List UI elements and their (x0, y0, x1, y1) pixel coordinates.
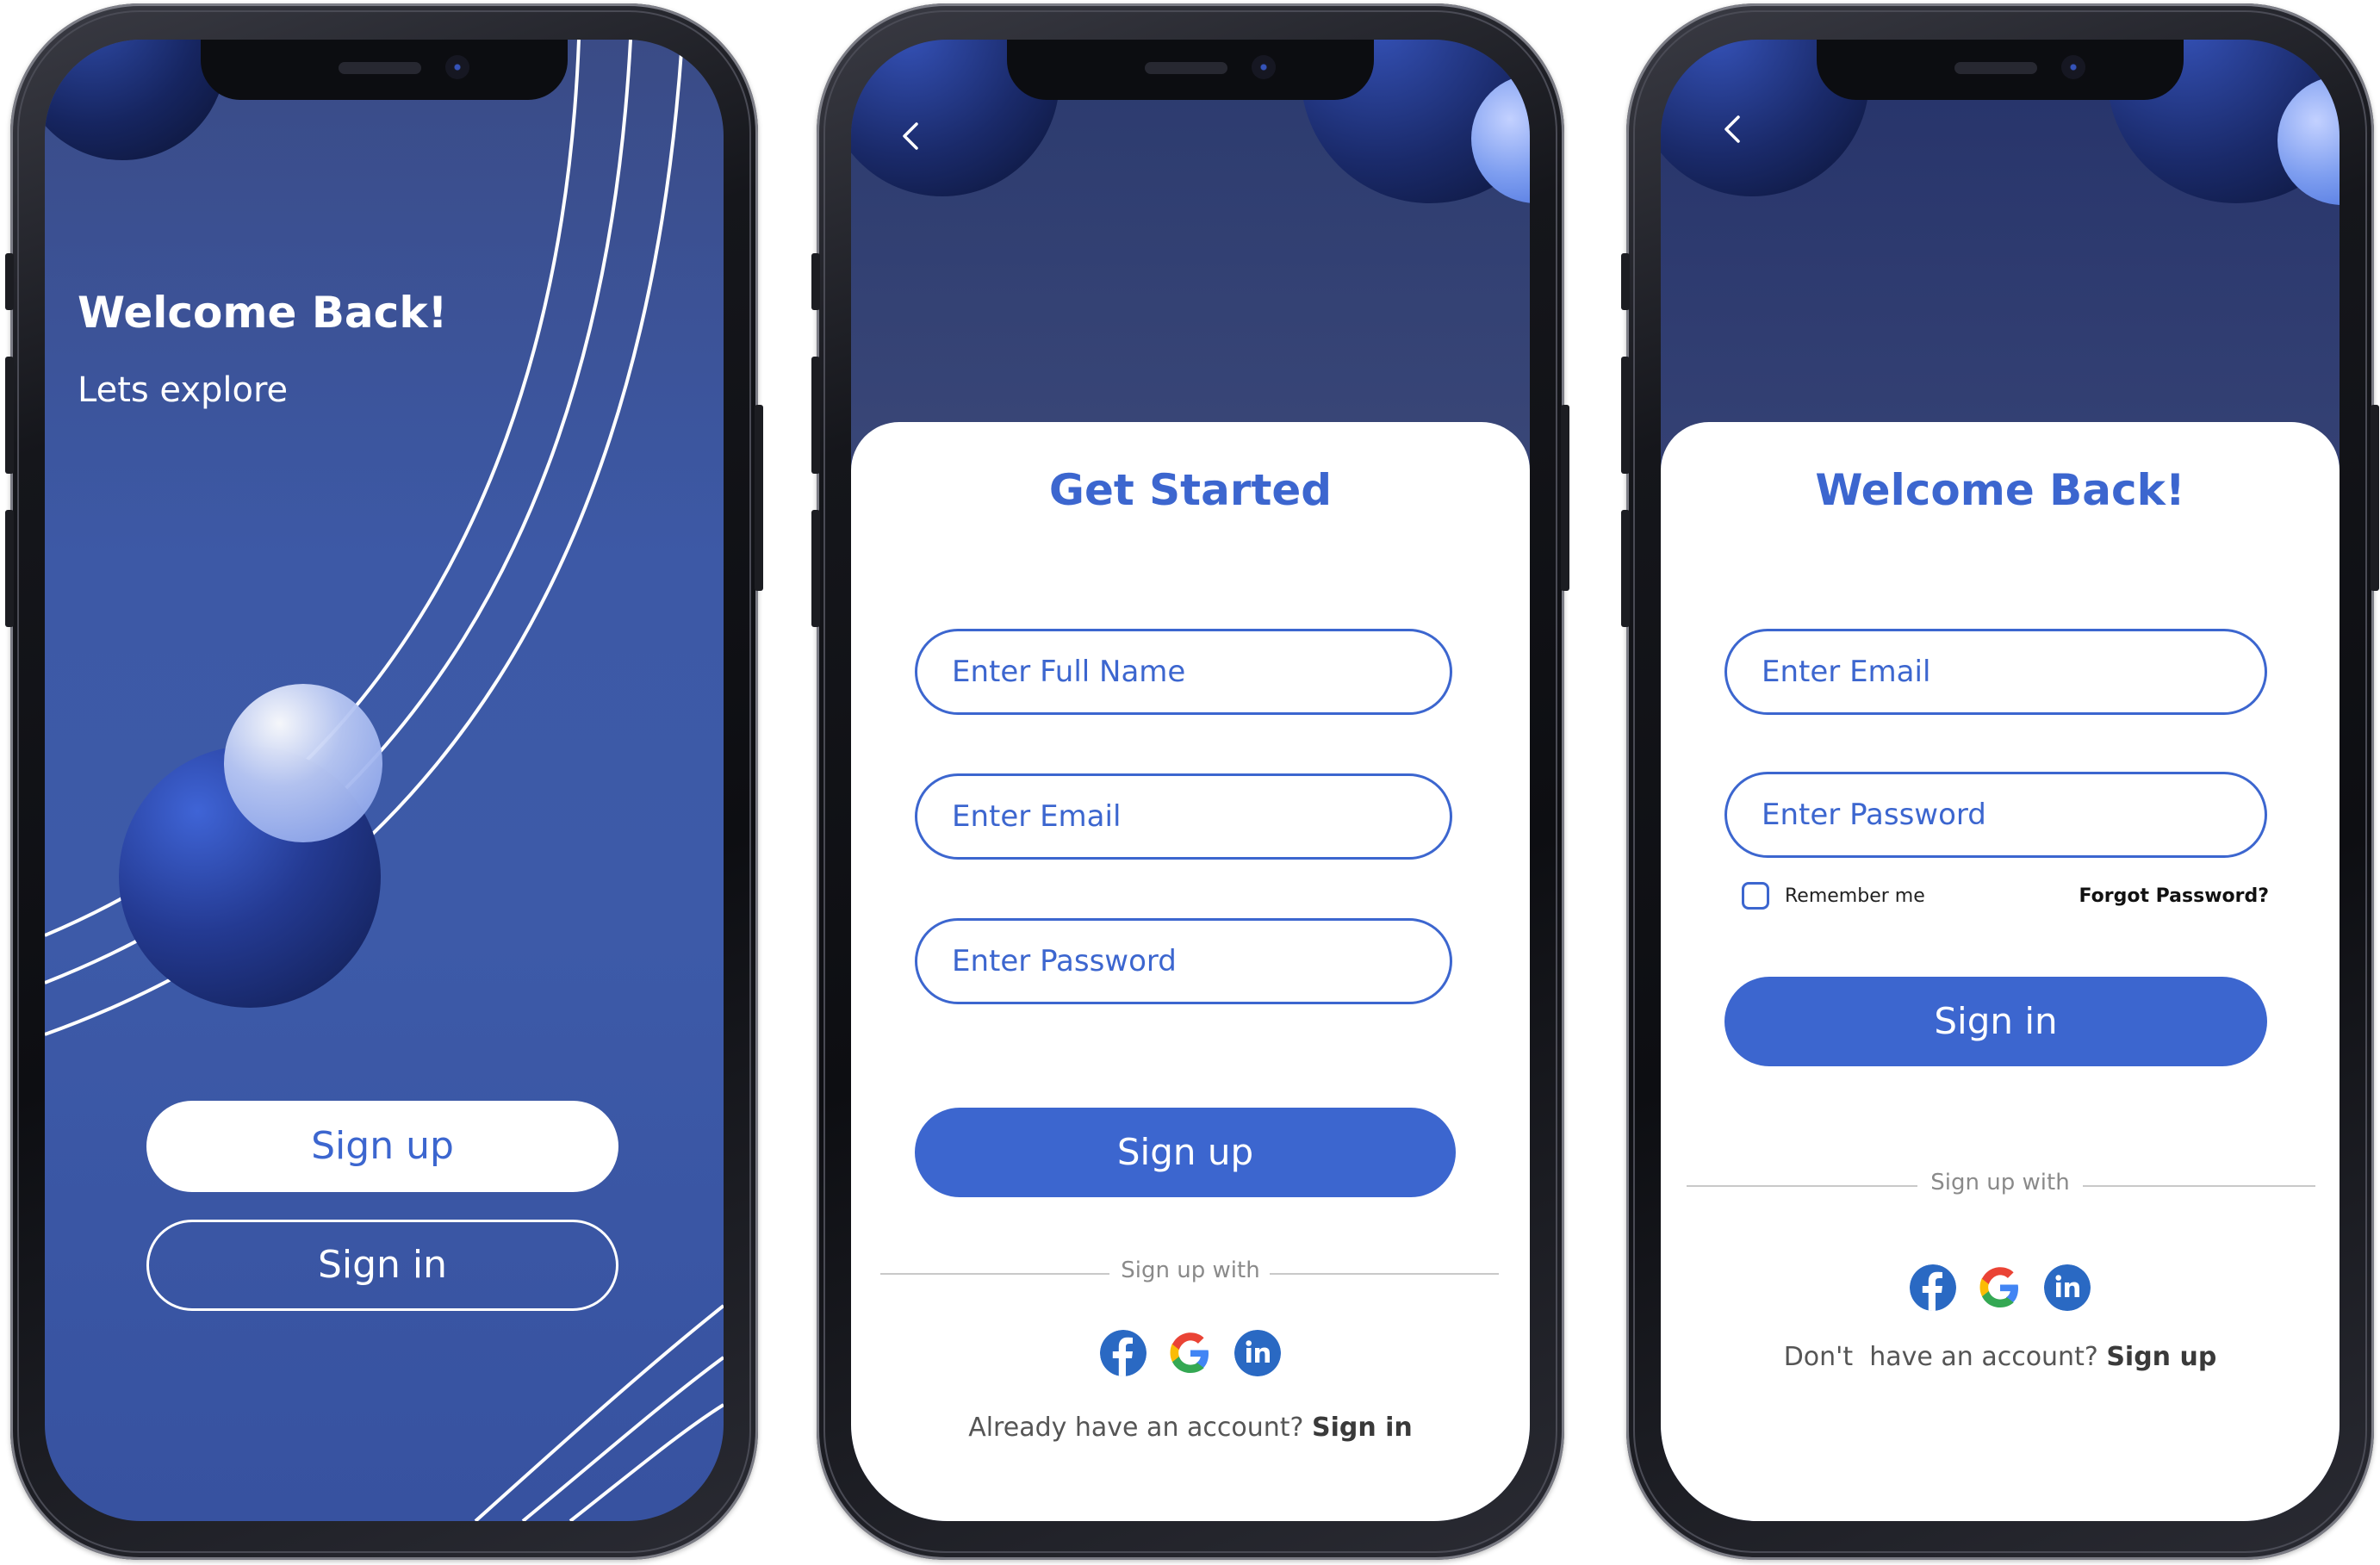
phone-side-button (811, 253, 820, 310)
welcome-screen: Welcome Back! Lets explore Sign up Sign … (45, 40, 724, 1521)
page-title: Get Started (1048, 465, 1333, 515)
phone-notch (201, 40, 568, 100)
phone-side-button (1621, 253, 1630, 310)
welcome-title: Welcome Back! (78, 288, 448, 338)
phone-volume-up (811, 357, 820, 474)
linkedin-icon[interactable] (2044, 1264, 2091, 1311)
signup-submit-button[interactable]: Sign up (915, 1108, 1456, 1197)
social-divider-label: Sign up with (1121, 1258, 1260, 1283)
footer-prompt-text: Don't have an account? (1783, 1342, 2098, 1372)
back-chevron-icon[interactable] (894, 119, 929, 153)
phone-frame-signin: Welcome Back! Enter Email Enter Password… (1621, 3, 2379, 1560)
phone-volume-down (5, 510, 14, 627)
linkedin-icon[interactable] (1234, 1330, 1281, 1376)
back-chevron-icon[interactable] (1716, 112, 1750, 146)
facebook-icon[interactable] (1910, 1264, 1956, 1311)
footer-signin-link[interactable]: Sign in (1312, 1413, 1413, 1443)
phone-power-button (1561, 405, 1569, 591)
decorative-sphere-light (224, 684, 382, 842)
signin-screen: Welcome Back! Enter Email Enter Password… (1661, 40, 2340, 1521)
signup-screen: Get Started Enter Full Name Enter Email … (851, 40, 1530, 1521)
phone-power-button (2371, 405, 2379, 591)
phone-volume-down (811, 510, 820, 627)
social-login-row (1661, 1264, 2340, 1311)
footer-prompt-text: Already have an account? (968, 1413, 1304, 1443)
phone-notch (1007, 40, 1374, 100)
signin-submit-button[interactable]: Sign in (1724, 977, 2267, 1066)
email-input[interactable]: Enter Email (915, 773, 1452, 860)
phone-power-button (755, 405, 763, 591)
footer-signup-link[interactable]: Sign up (2106, 1342, 2216, 1372)
fullname-input[interactable]: Enter Full Name (915, 629, 1452, 715)
phone-side-button (5, 253, 14, 310)
phone-volume-up (5, 357, 14, 474)
forgot-password-link[interactable]: Forgot Password? (2079, 885, 2269, 907)
signup-button[interactable]: Sign up (146, 1101, 618, 1192)
password-input[interactable]: Enter Password (1724, 772, 2267, 858)
google-icon[interactable] (1167, 1330, 1214, 1376)
google-icon[interactable] (1977, 1264, 2023, 1311)
remember-me-label: Remember me (1785, 885, 1925, 907)
remember-me-checkbox[interactable] (1742, 882, 1769, 910)
facebook-icon[interactable] (1100, 1330, 1147, 1376)
phone-volume-down (1621, 510, 1630, 627)
phone-frame-signup: Get Started Enter Full Name Enter Email … (811, 3, 1569, 1560)
social-divider-label: Sign up with (1930, 1170, 2070, 1195)
phone-frame-welcome: Welcome Back! Lets explore Sign up Sign … (5, 3, 763, 1560)
signin-button[interactable]: Sign in (146, 1220, 618, 1311)
welcome-subtitle: Lets explore (78, 370, 289, 410)
social-login-row (851, 1330, 1530, 1376)
page-title: Welcome Back! (1815, 465, 2185, 515)
phone-volume-up (1621, 357, 1630, 474)
email-input[interactable]: Enter Email (1724, 629, 2267, 715)
password-input[interactable]: Enter Password (915, 918, 1452, 1004)
footer-signup-prompt: Don't have an account? Sign up (1661, 1342, 2340, 1372)
footer-signin-prompt: Already have an account? Sign in (851, 1413, 1530, 1443)
phone-notch (1817, 40, 2184, 100)
